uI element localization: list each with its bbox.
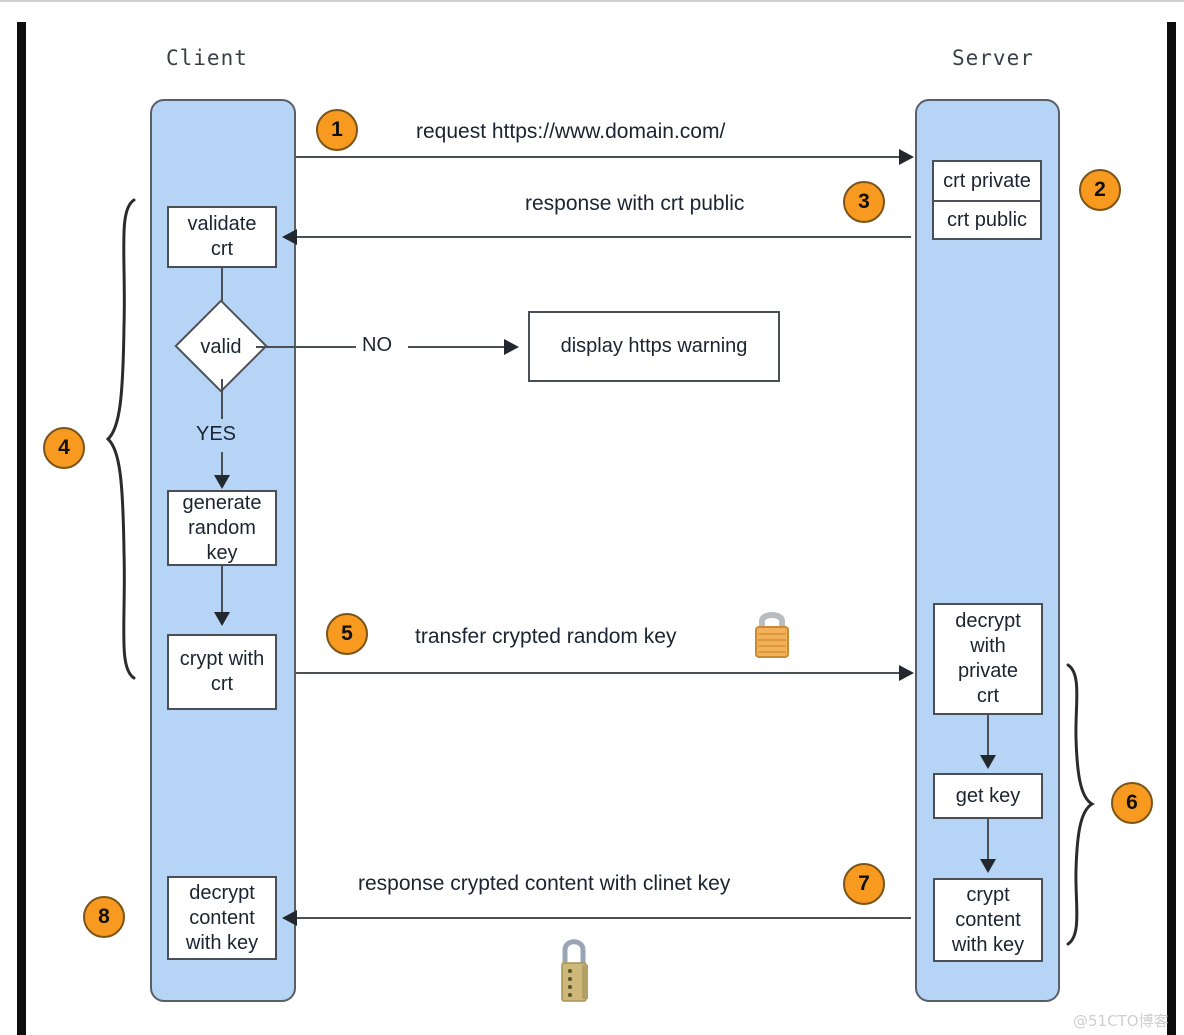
connector-getkey-to-crypt — [987, 819, 989, 861]
crypt-content-line-3: with key — [951, 933, 1025, 956]
arrow-head-down-getkey — [980, 755, 996, 769]
server-cert-box: crt private crt public — [932, 160, 1042, 240]
decrypt-private-line-4: crt — [976, 685, 1000, 707]
badge-6: 6 — [1111, 782, 1153, 824]
badge-3: 3 — [843, 181, 885, 223]
node-get-key: get key — [933, 773, 1043, 819]
validate-crt-line-1: validate — [187, 213, 257, 235]
padlock-icon — [755, 612, 789, 658]
arrow-line-3 — [296, 236, 911, 238]
combination-padlock-icon — [561, 939, 588, 1002]
message-response-content: response crypted content with clinet key — [358, 872, 731, 895]
decrypt-content-line-3: with key — [185, 931, 259, 954]
generate-key-line-2: random — [188, 516, 256, 539]
arrow-line-1 — [296, 156, 911, 158]
brace-server-steps — [1066, 663, 1095, 946]
message-response-cert: response with crt public — [525, 192, 745, 215]
node-generate-random-key: generate random key — [167, 490, 277, 566]
crypt-with-crt-line-1: crypt with — [179, 648, 265, 670]
badge-5: 5 — [326, 613, 368, 655]
message-transfer-key: transfer crypted random key — [415, 625, 677, 648]
arrow-head-right-1 — [899, 149, 914, 165]
node-decrypt-with-private-crt: decrypt with private crt — [933, 603, 1043, 715]
crt-private-row: crt private — [943, 169, 1031, 192]
connector-decrypt-to-getkey — [987, 715, 989, 757]
node-crypt-content-with-key: crypt content with key — [933, 878, 1043, 962]
crt-public-row: crt public — [934, 200, 1040, 238]
badge-7: 7 — [843, 863, 885, 905]
arrow-head-left-3 — [282, 229, 297, 245]
arrow-head-right-5 — [899, 665, 914, 681]
yes-branch-line-upper — [221, 379, 223, 419]
no-branch-line-right — [408, 346, 506, 348]
decision-valid-label: valid — [200, 336, 242, 358]
arrow-head-right-no — [504, 339, 519, 355]
decrypt-private-line-2: with — [970, 635, 1006, 657]
generate-key-line-3: key — [206, 541, 238, 564]
arrow-head-left-7 — [282, 910, 297, 926]
https-handshake-diagram: Client Server 1 request https://www.doma… — [0, 0, 1184, 1035]
generate-key-line-1: generate — [182, 491, 262, 514]
yes-branch-line-lower — [221, 452, 223, 477]
node-crypt-with-crt: crypt with crt — [167, 634, 277, 710]
badge-4: 4 — [43, 427, 85, 469]
decrypt-private-line-1: decrypt — [955, 610, 1021, 632]
right-edge-bar — [1167, 22, 1176, 1035]
top-border — [0, 0, 1184, 2]
decrypt-content-line-1: decrypt — [189, 881, 255, 904]
crypt-content-line-1: crypt — [966, 883, 1010, 906]
arrow-head-down-crypt — [214, 612, 230, 626]
arrow-head-down-cryptcontent — [980, 859, 996, 873]
node-display-https-warning: display https warning — [528, 311, 780, 382]
crypt-with-crt-line-2: crt — [210, 673, 234, 695]
label-no: NO — [362, 334, 392, 356]
no-branch-line-left — [256, 346, 356, 348]
client-lane-title: Client — [166, 46, 248, 70]
badge-1: 1 — [316, 109, 358, 151]
arrow-head-down-yes — [214, 475, 230, 489]
label-yes: YES — [196, 423, 237, 445]
watermark: @51CTO博客 — [1073, 1012, 1169, 1030]
badge-2: 2 — [1079, 169, 1121, 211]
node-validate-crt: validate crt — [167, 206, 277, 268]
node-decrypt-content-with-key: decrypt content with key — [167, 876, 277, 960]
brace-client-steps — [105, 198, 136, 680]
badge-8: 8 — [83, 896, 125, 938]
arrow-line-7 — [296, 917, 911, 919]
server-lane-title: Server — [952, 46, 1034, 70]
connector-generate-to-crypt — [221, 566, 223, 614]
validate-crt-line-2: crt — [210, 238, 234, 260]
decrypt-private-line-3: private — [957, 660, 1019, 682]
crypt-content-line-2: content — [955, 908, 1021, 931]
left-edge-bar — [17, 22, 26, 1035]
message-request: request https://www.domain.com/ — [416, 120, 726, 143]
decrypt-content-line-2: content — [189, 906, 255, 929]
arrow-line-5 — [296, 672, 911, 674]
